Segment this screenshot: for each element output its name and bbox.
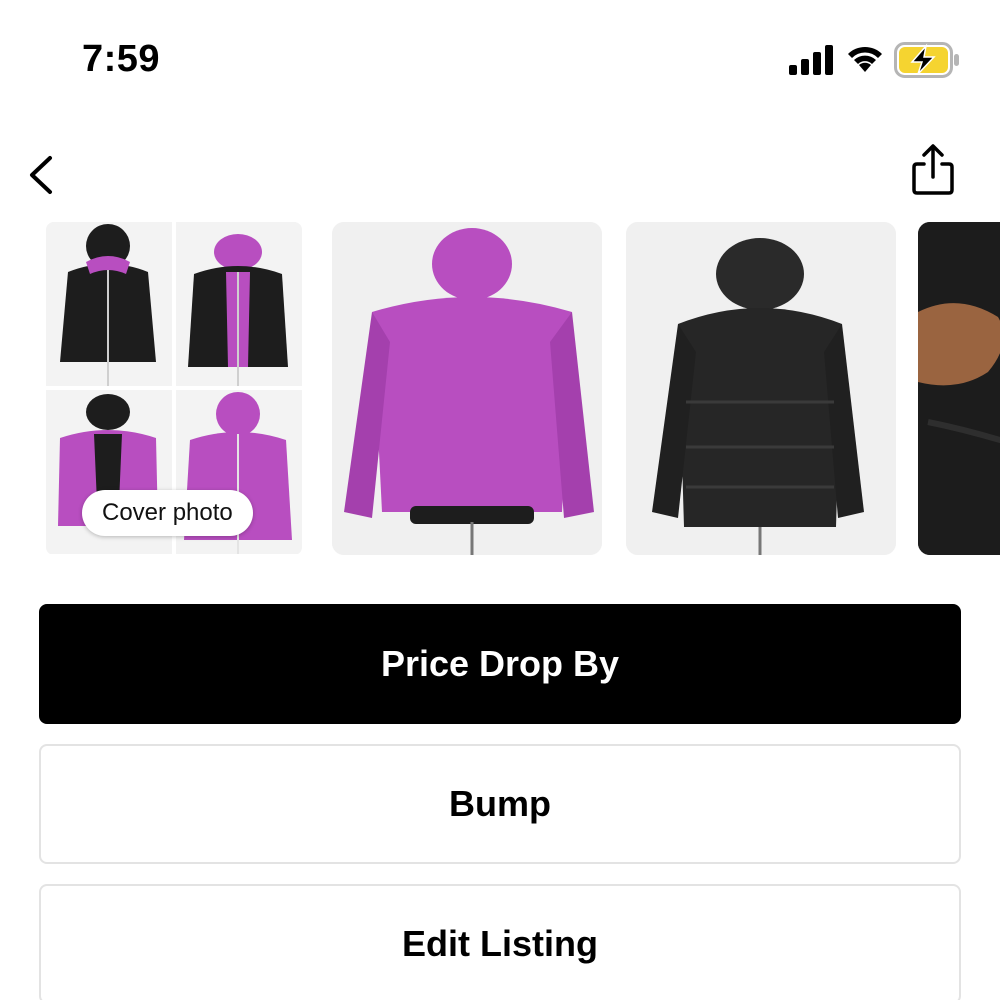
- bump-button[interactable]: Bump: [39, 744, 961, 864]
- status-bar: 7:59: [0, 0, 1000, 120]
- status-time: 7:59: [82, 38, 161, 80]
- battery-charging-icon: [894, 42, 959, 78]
- photo-jacket-detail[interactable]: [918, 222, 1000, 555]
- photo-purple-jacket-back[interactable]: [332, 222, 602, 555]
- collage-black-front: [46, 222, 172, 386]
- collage-black-open: [176, 222, 302, 386]
- edit-listing-button[interactable]: Edit Listing: [39, 884, 961, 1000]
- price-drop-button[interactable]: Price Drop By: [39, 604, 961, 724]
- photo-black-jacket-back[interactable]: [626, 222, 896, 555]
- back-chevron-icon[interactable]: [22, 150, 62, 200]
- share-icon[interactable]: [908, 142, 958, 198]
- signal-icon: [789, 45, 833, 75]
- cover-photo-label: Cover photo: [82, 490, 253, 536]
- photo-carousel[interactable]: Cover photo: [0, 220, 1000, 556]
- cover-photo[interactable]: Cover photo: [46, 222, 302, 555]
- wifi-icon: [848, 46, 882, 72]
